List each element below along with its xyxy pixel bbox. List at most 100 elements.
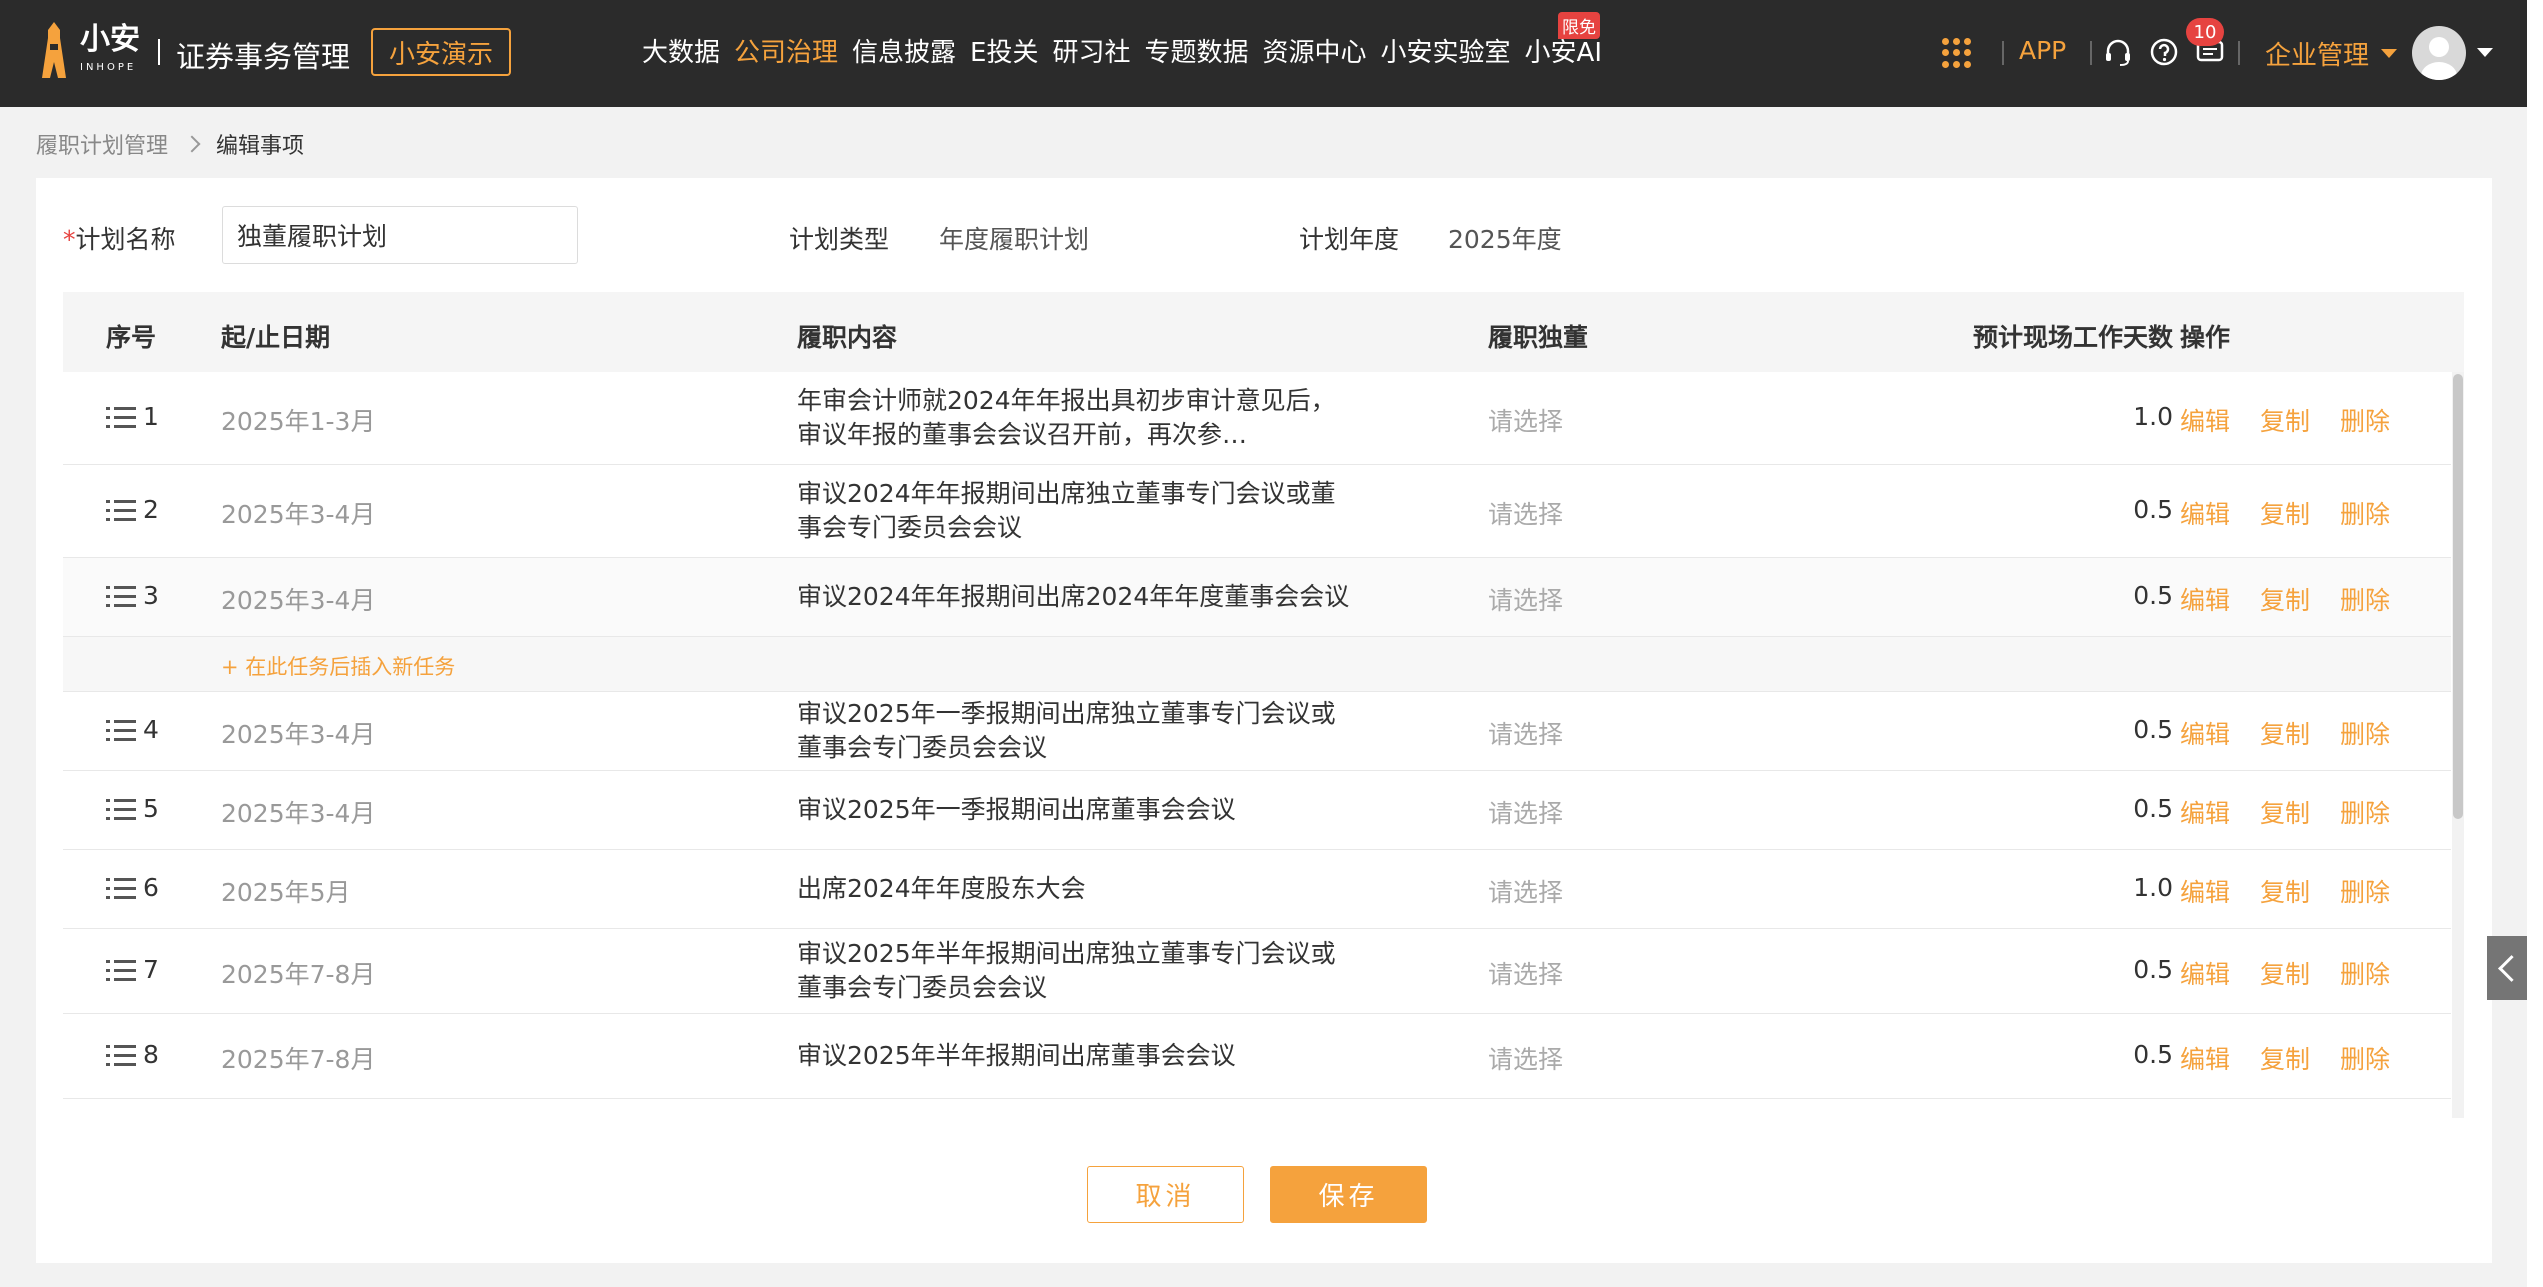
edit-button[interactable]: 编辑 bbox=[2180, 873, 2230, 909]
copy-button[interactable]: 复制 bbox=[2260, 1040, 2310, 1076]
nav-item[interactable]: 公司治理 bbox=[734, 32, 838, 69]
director-select[interactable]: 请选择 bbox=[1488, 873, 1563, 909]
copy-button[interactable]: 复制 bbox=[2260, 402, 2310, 438]
copy-button[interactable]: 复制 bbox=[2260, 794, 2310, 830]
copy-button[interactable]: 复制 bbox=[2260, 873, 2310, 909]
chevron-right-icon bbox=[183, 135, 201, 153]
apps-grid-icon[interactable] bbox=[1942, 38, 1972, 68]
plan-name-input[interactable]: 独董履职计划 bbox=[222, 206, 578, 264]
row-seq: 7 bbox=[143, 955, 159, 984]
row-date: 2025年3-4月 bbox=[221, 799, 376, 828]
edit-button[interactable]: 编辑 bbox=[2180, 1040, 2230, 1076]
copy-button[interactable]: 复制 bbox=[2260, 495, 2310, 531]
drag-handle-icon[interactable] bbox=[106, 960, 136, 982]
plan-type-label: 计划类型 bbox=[789, 225, 890, 254]
user-avatar-icon bbox=[2421, 37, 2457, 80]
breadcrumb: 履职计划管理 编辑事项 bbox=[36, 128, 304, 160]
director-select[interactable]: 请选择 bbox=[1488, 495, 1563, 531]
edit-button[interactable]: 编辑 bbox=[2180, 955, 2230, 991]
scrollbar-thumb[interactable] bbox=[2453, 374, 2463, 819]
delete-button[interactable]: 删除 bbox=[2340, 581, 2390, 617]
nav-item[interactable]: 大数据 bbox=[642, 32, 720, 69]
delete-button[interactable]: 删除 bbox=[2340, 1040, 2390, 1076]
row-content-line: 年审会计师就2024年年报出具初步审计意见后， bbox=[797, 386, 1336, 415]
row-seq: 6 bbox=[143, 873, 159, 902]
nav-item[interactable]: E投关 bbox=[970, 32, 1038, 69]
inhope-logo[interactable]: 小安 INHOPE bbox=[34, 22, 140, 80]
delete-button[interactable]: 删除 bbox=[2340, 495, 2390, 531]
headset-icon[interactable] bbox=[2102, 36, 2134, 68]
table-row[interactable]: 2 2025年3-4月 审议2024年年报期间出席独立董事专门会议或董 事会专门委员会… bbox=[63, 465, 2451, 558]
drag-handle-icon[interactable] bbox=[106, 500, 136, 522]
copy-button[interactable]: 复制 bbox=[2260, 955, 2310, 991]
caret-down-icon[interactable] bbox=[2477, 48, 2493, 57]
table-scrollbar[interactable] bbox=[2452, 372, 2464, 1118]
cancel-button[interactable]: 取消 bbox=[1087, 1166, 1244, 1223]
director-select[interactable]: 请选择 bbox=[1488, 1040, 1563, 1076]
header-date: 起/止日期 bbox=[221, 323, 331, 352]
row-date: 2025年7-8月 bbox=[221, 960, 376, 989]
table-row[interactable]: 5 2025年3-4月 审议2025年一季报期间出席董事会会议 请选择 0.5 编辑 复制删… bbox=[63, 771, 2451, 850]
breadcrumb-parent[interactable]: 履职计划管理 bbox=[36, 128, 168, 160]
insert-task-link[interactable]: + 在此任务后插入新任务 bbox=[221, 651, 455, 681]
table-row[interactable]: 4 2025年3-4月 审议2025年一季报期间出席独立董事专门会议或 董事会专门委员… bbox=[63, 692, 2451, 771]
copy-button[interactable]: 复制 bbox=[2260, 581, 2310, 617]
main-nav: 大数据 公司治理 信息披露 E投关 研习社 专题数据 资源中心 小安实验室 小安AI bbox=[642, 32, 1616, 69]
row-content-line: 事会专门委员会会议 bbox=[797, 513, 1023, 542]
plus-icon: + bbox=[221, 655, 246, 679]
collapse-side-panel-button[interactable] bbox=[2487, 936, 2527, 1000]
edit-button[interactable]: 编辑 bbox=[2180, 581, 2230, 617]
breadcrumb-current: 编辑事项 bbox=[216, 134, 305, 159]
drag-handle-icon[interactable] bbox=[106, 1045, 136, 1067]
row-seq: 3 bbox=[143, 581, 159, 610]
row-seq: 8 bbox=[143, 1040, 159, 1069]
director-select[interactable]: 请选择 bbox=[1488, 955, 1563, 991]
table-row[interactable]: 3 2025年3-4月 审议2024年年报期间出席2024年年度董事会会议 请选择 0.… bbox=[63, 558, 2451, 637]
nav-item[interactable]: 小安实验室 bbox=[1381, 32, 1511, 69]
table-row[interactable]: 6 2025年5月 出席2024年年度股东大会 请选择 1.0 编辑 复制 删除 bbox=[63, 850, 2451, 929]
row-seq: 5 bbox=[143, 794, 159, 823]
help-icon[interactable] bbox=[2148, 36, 2180, 68]
drag-handle-icon[interactable] bbox=[106, 407, 136, 429]
header-ops: 操作 bbox=[2180, 323, 2231, 352]
row-content-line: 出席2024年年度股东大会 bbox=[797, 874, 1086, 903]
free-badge: 限免 bbox=[1558, 12, 1600, 39]
director-select[interactable]: 请选择 bbox=[1488, 794, 1563, 830]
delete-button[interactable]: 删除 bbox=[2340, 402, 2390, 438]
enterprise-menu-label: 企业管理 bbox=[2265, 41, 2370, 71]
edit-button[interactable]: 编辑 bbox=[2180, 402, 2230, 438]
drag-handle-icon[interactable] bbox=[106, 720, 136, 742]
delete-button[interactable]: 删除 bbox=[2340, 873, 2390, 909]
copy-button[interactable]: 复制 bbox=[2260, 715, 2310, 751]
row-content: 审议2024年年报期间出席2024年年度董事会会议 bbox=[797, 580, 1357, 614]
drag-handle-icon[interactable] bbox=[106, 586, 136, 608]
demo-button[interactable]: 小安演示 bbox=[371, 28, 511, 76]
nav-item[interactable]: 专题数据 bbox=[1145, 32, 1249, 69]
nav-item[interactable]: 信息披露 bbox=[852, 32, 956, 69]
app-link[interactable]: APP bbox=[2019, 36, 2066, 65]
avatar[interactable] bbox=[2412, 26, 2466, 80]
delete-button[interactable]: 删除 bbox=[2340, 794, 2390, 830]
table-row[interactable]: 7 2025年7-8月 审议2025年半年报期间出席独立董事专门会议或 董事会专门委员… bbox=[63, 929, 2451, 1014]
drag-handle-icon[interactable] bbox=[106, 878, 136, 900]
table-row[interactable]: 8 2025年7-8月 审议2025年半年报期间出席董事会会议 请选择 0.5 编辑 复制删… bbox=[63, 1014, 2451, 1099]
table-row[interactable]: 1 2025年1-3月 年审会计师就2024年年报出具初步审计意见后， 审议年报的董事… bbox=[63, 372, 2451, 465]
row-days: 1.0 bbox=[2133, 402, 2173, 431]
enterprise-menu[interactable]: 企业管理 bbox=[2265, 35, 2398, 72]
delete-button[interactable]: 删除 bbox=[2340, 715, 2390, 751]
director-select[interactable]: 请选择 bbox=[1488, 581, 1563, 617]
drag-handle-icon[interactable] bbox=[106, 799, 136, 821]
row-content: 审议2025年一季报期间出席董事会会议 bbox=[797, 793, 1357, 827]
edit-button[interactable]: 编辑 bbox=[2180, 794, 2230, 830]
nav-item[interactable]: 资源中心 bbox=[1263, 32, 1367, 69]
director-select[interactable]: 请选择 bbox=[1488, 402, 1563, 438]
edit-button[interactable]: 编辑 bbox=[2180, 495, 2230, 531]
row-days: 0.5 bbox=[2133, 715, 2173, 744]
row-content: 审议2025年半年报期间出席独立董事专门会议或 董事会专门委员会会议 bbox=[797, 937, 1357, 1005]
nav-item[interactable]: 研习社 bbox=[1052, 32, 1130, 69]
save-button[interactable]: 保存 bbox=[1270, 1166, 1427, 1223]
delete-button[interactable]: 删除 bbox=[2340, 955, 2390, 991]
director-select[interactable]: 请选择 bbox=[1488, 715, 1563, 751]
edit-button[interactable]: 编辑 bbox=[2180, 715, 2230, 751]
tower-logo-icon bbox=[42, 22, 66, 78]
